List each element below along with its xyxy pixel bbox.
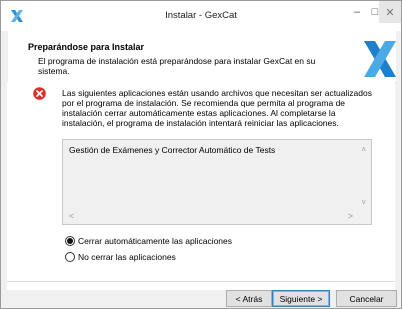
radio-button-unselected[interactable] <box>65 252 75 262</box>
warning-message: Las siguientes aplicaciones están usando… <box>62 88 372 128</box>
page-subtitle: El programa de instalación está preparán… <box>38 56 316 76</box>
radio-label-close-auto: Cerrar automáticamente las aplicaciones <box>78 236 233 246</box>
scroll-left-arrow[interactable]: < <box>69 211 74 221</box>
back-button[interactable]: < Atrás <box>226 290 272 307</box>
error-icon <box>33 87 46 100</box>
radio-no-close[interactable]: No cerrar las aplicaciones <box>65 252 176 262</box>
title-bar[interactable]: Instalar - GexCat – □ ✕ <box>1 1 401 31</box>
window-title: Instalar - GexCat <box>165 10 237 21</box>
close-button[interactable]: ✕ <box>379 1 401 23</box>
page-title: Preparándose para Instalar <box>28 42 145 52</box>
next-button[interactable]: Siguiente > <box>272 290 330 307</box>
cancel-button[interactable]: Cancelar <box>336 290 397 307</box>
scroll-up-arrow[interactable]: ˄ <box>361 145 366 154</box>
radio-label-no-close: No cerrar las aplicaciones <box>78 252 176 262</box>
footer-divider <box>7 281 395 282</box>
wizard-header: Preparándose para Instalar El programa d… <box>8 31 396 83</box>
radio-button-selected[interactable] <box>65 236 75 246</box>
scroll-down-arrow[interactable]: ˅ <box>361 198 366 207</box>
radio-close-auto[interactable]: Cerrar automáticamente las aplicaciones <box>65 236 232 246</box>
applications-listbox[interactable]: Gestión de Exámenes y Corrector Automáti… <box>62 139 372 225</box>
list-item[interactable]: Gestión de Exámenes y Corrector Automáti… <box>69 145 275 155</box>
gexcat-x-logo-icon <box>364 41 396 77</box>
scroll-right-arrow[interactable]: > <box>348 211 353 221</box>
